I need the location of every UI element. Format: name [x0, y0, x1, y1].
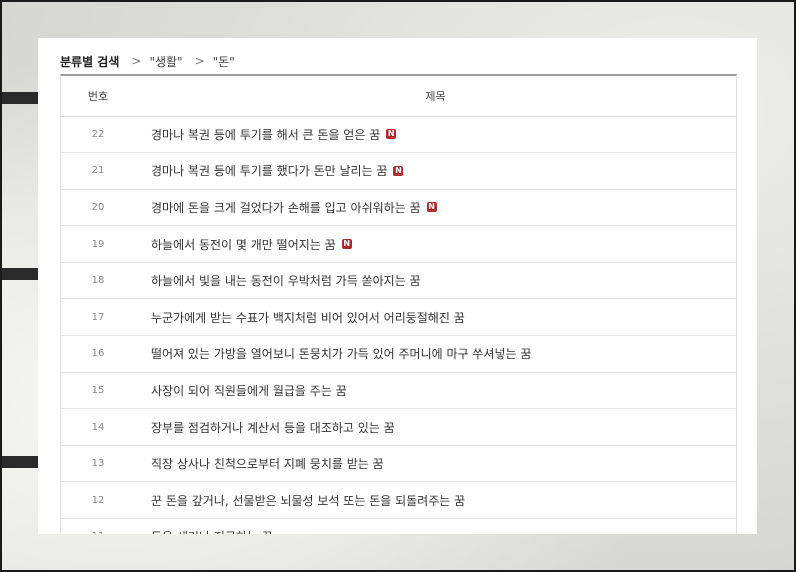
breadcrumb-category-life[interactable]: "생활" [149, 53, 182, 70]
row-title-link[interactable]: 경마나 복권 등에 투기를 했다가 돈만 날리는 꿈 [151, 164, 387, 178]
table-row[interactable]: 22 경마나 복권 등에 투기를 해서 큰 돈을 얻은 꿈 N [61, 116, 736, 154]
row-title-link[interactable]: 장부를 점검하거나 계산서 등을 대조하고 있는 꿈 [151, 421, 395, 435]
content-panel: 분류별 검색 > "생활" > "돈" 번호 제목 22 경마나 복권 등에 투기… [38, 38, 757, 534]
column-header-number: 번호 [61, 76, 135, 117]
table-body: 22 경마나 복권 등에 투기를 해서 큰 돈을 얻은 꿈 N 21 경마나 복권 등에… [61, 116, 736, 534]
row-title-link[interactable]: 꾼 돈을 갚거나, 선물받은 뇌물성 보석 또는 돈을 되돌려주는 꿈 [151, 494, 465, 508]
row-title-cell: 사장이 되어 직원들에게 월급을 주는 꿈 [135, 372, 736, 410]
row-number: 21 [61, 152, 135, 190]
row-title-cell: 경마에 돈을 크게 걸었다가 손해를 입고 아쉬워하는 꿈 N [135, 189, 736, 227]
row-title-link[interactable]: 누군가에게 받는 수표가 백지처럼 비어 있어서 어리둥절해진 꿈 [151, 311, 465, 325]
table-row[interactable]: 13 직장 상사나 친척으로부터 지폐 뭉치를 받는 꿈 [61, 445, 736, 483]
row-title-link[interactable]: 사장이 되어 직원들에게 월급을 주는 꿈 [151, 384, 347, 398]
row-title-link[interactable]: 경마나 복권 등에 투기를 해서 큰 돈을 얻은 꿈 [151, 128, 380, 142]
table-row[interactable]: 15 사장이 되어 직원들에게 월급을 주는 꿈 [61, 372, 736, 410]
row-title-link[interactable]: 하늘에서 빛을 내는 동전이 우박처럼 가득 쏟아지는 꿈 [151, 274, 421, 288]
row-number: 22 [61, 116, 135, 154]
post-list-table: 번호 제목 22 경마나 복권 등에 투기를 해서 큰 돈을 얻은 꿈 N 21 경마나… [60, 74, 737, 534]
row-title-link[interactable]: 떨어져 있는 가방을 열어보니 돈뭉치가 가득 있어 주머니에 마구 쑤셔넣는 … [151, 347, 531, 361]
row-number: 19 [61, 225, 135, 263]
row-title-cell: 경마나 복권 등에 투기를 했다가 돈만 날리는 꿈 N [135, 152, 736, 190]
row-title-link[interactable]: 경마에 돈을 크게 걸었다가 손해를 입고 아쉬워하는 꿈 [151, 201, 421, 215]
table-row[interactable]: 17 누군가에게 받는 수표가 백지처럼 비어 있어서 어리둥절해진 꿈 [61, 298, 736, 337]
row-number: 12 [61, 481, 135, 520]
table-row[interactable]: 20 경마에 돈을 크게 걸었다가 손해를 입고 아쉬워하는 꿈 N [61, 189, 736, 227]
row-title-cell: 장부를 점검하거나 계산서 등을 대조하고 있는 꿈 [135, 408, 736, 446]
table-row[interactable]: 19 하늘에서 동전이 몇 개만 떨어지는 꿈 N [61, 225, 736, 263]
row-title-link[interactable]: 돈을 세거나 저금하는 꿈 [151, 530, 273, 534]
row-number: 14 [61, 408, 135, 446]
row-number: 16 [61, 335, 135, 373]
table-row[interactable]: 11 돈을 세거나 저금하는 꿈 [61, 518, 736, 534]
chevron-right-icon: > [131, 54, 142, 68]
new-badge-icon: N [341, 239, 352, 250]
table-row[interactable]: 18 하늘에서 빛을 내는 동전이 우박처럼 가득 쏟아지는 꿈 [61, 262, 736, 300]
table-row[interactable]: 21 경마나 복권 등에 투기를 했다가 돈만 날리는 꿈 N [61, 152, 736, 190]
table-row[interactable]: 16 떨어져 있는 가방을 열어보니 돈뭉치가 가득 있어 주머니에 마구 쑤셔넣… [61, 335, 736, 373]
new-badge-icon: N [426, 202, 437, 213]
row-title-link[interactable]: 직장 상사나 친척으로부터 지폐 뭉치를 받는 꿈 [151, 457, 384, 471]
table-header-row: 번호 제목 [61, 76, 736, 117]
breadcrumb-title: 분류별 검색 [60, 54, 120, 69]
row-title-cell: 직장 상사나 친척으로부터 지폐 뭉치를 받는 꿈 [135, 445, 736, 483]
row-number: 13 [61, 445, 135, 483]
row-number: 20 [61, 189, 135, 227]
column-header-title: 제목 [135, 76, 736, 117]
new-badge-icon: N [386, 129, 397, 140]
row-number: 15 [61, 372, 135, 410]
row-title-cell: 하늘에서 동전이 몇 개만 떨어지는 꿈 N [135, 225, 736, 263]
row-title-cell: 하늘에서 빛을 내는 동전이 우박처럼 가득 쏟아지는 꿈 [135, 262, 736, 300]
table-row[interactable]: 14 장부를 점검하거나 계산서 등을 대조하고 있는 꿈 [61, 408, 736, 446]
row-title-cell: 꾼 돈을 갚거나, 선물받은 뇌물성 보석 또는 돈을 되돌려주는 꿈 [135, 481, 736, 520]
table-row[interactable]: 12 꾼 돈을 갚거나, 선물받은 뇌물성 보석 또는 돈을 되돌려주는 꿈 [61, 481, 736, 520]
row-title-cell: 누군가에게 받는 수표가 백지처럼 비어 있어서 어리둥절해진 꿈 [135, 298, 736, 337]
row-number: 11 [61, 518, 135, 534]
chevron-right-icon: > [194, 54, 205, 68]
row-title-cell: 돈을 세거나 저금하는 꿈 [135, 518, 736, 534]
new-badge-icon: N [393, 165, 404, 176]
breadcrumb-category-money[interactable]: "돈" [213, 53, 235, 70]
breadcrumb: 분류별 검색 > "생활" > "돈" [60, 52, 235, 70]
row-number: 18 [61, 262, 135, 300]
row-number: 17 [61, 298, 135, 337]
row-title-cell: 떨어져 있는 가방을 열어보니 돈뭉치가 가득 있어 주머니에 마구 쑤셔넣는 … [135, 335, 736, 373]
row-title-cell: 경마나 복권 등에 투기를 해서 큰 돈을 얻은 꿈 N [135, 116, 736, 154]
row-title-link[interactable]: 하늘에서 동전이 몇 개만 떨어지는 꿈 [151, 238, 336, 252]
